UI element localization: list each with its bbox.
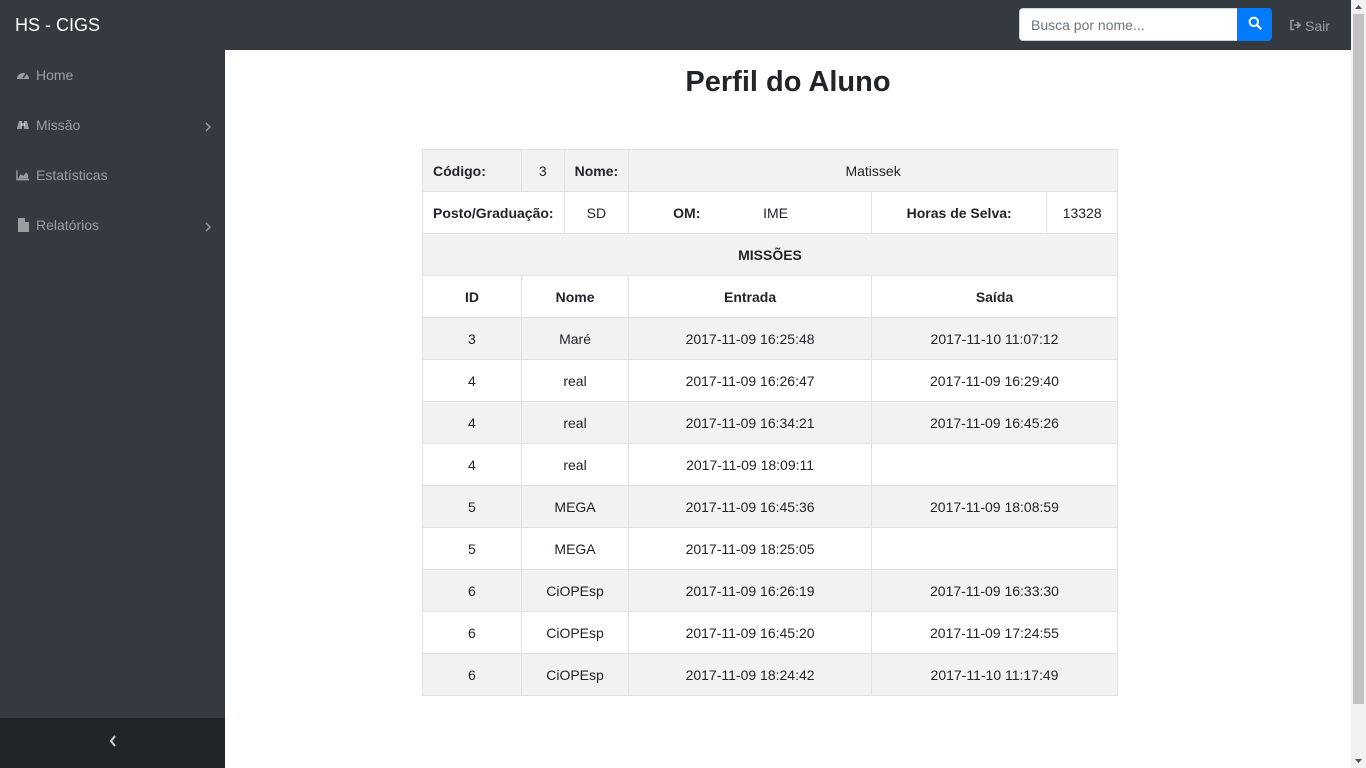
- om-label: OM:: [673, 204, 701, 221]
- cell-saida: 2017-11-09 16:45:26: [870, 401, 1119, 444]
- horas-label: Horas de Selva:: [870, 191, 1048, 234]
- cell-saida: 2017-11-10 11:17:49: [870, 653, 1119, 696]
- nome-value: Matissek: [628, 149, 1118, 192]
- om-value: IME: [763, 204, 789, 221]
- sidebar-item-label: Estatísticas: [36, 167, 108, 183]
- cell-entrada: 2017-11-09 16:26:47: [628, 359, 872, 402]
- file-icon: [16, 218, 30, 232]
- cell-id: 6: [422, 569, 522, 612]
- cell-nome: real: [520, 359, 630, 402]
- missions-section-row: MISSÕES: [422, 233, 1118, 276]
- column-header-nome: Nome: [520, 275, 630, 318]
- search-form: [1019, 8, 1272, 41]
- sidebar-item-label: Relatórios: [36, 217, 100, 233]
- sidebar: Home Missão Estatísticas Relatórios: [0, 50, 225, 768]
- table-row: 6 CiOPEsp 2017-11-09 18:24:42 2017-11-10…: [422, 653, 1119, 696]
- student-profile-table: Código: 3 Nome: Matissek Posto/Graduação…: [422, 149, 1119, 696]
- table-row: 6 CiOPEsp 2017-11-09 16:45:20 2017-11-09…: [422, 611, 1119, 654]
- sidebar-item-label: Home: [36, 67, 74, 83]
- cell-id: 4: [422, 443, 522, 486]
- table-row: 6 CiOPEsp 2017-11-09 16:26:19 2017-11-09…: [422, 569, 1119, 612]
- cell-nome: MEGA: [520, 485, 630, 528]
- cell-nome: CiOPEsp: [520, 653, 630, 696]
- search-button[interactable]: [1237, 8, 1272, 41]
- sidebar-item-label: Missão: [36, 117, 81, 133]
- chevron-left-icon: [109, 734, 117, 752]
- cell-nome: real: [520, 401, 630, 444]
- cell-saida: 2017-11-09 17:24:55: [870, 611, 1119, 654]
- missions-section-title: MISSÕES: [422, 233, 1118, 276]
- chevron-right-icon: [205, 119, 212, 135]
- top-navbar: HS - CIGS Sair: [0, 0, 1351, 50]
- cell-id: 5: [422, 485, 522, 528]
- cell-id: 4: [422, 401, 522, 444]
- cell-id: 5: [422, 527, 522, 570]
- binoculars-icon: [16, 118, 30, 132]
- scroll-up-arrow-icon[interactable]: [1351, 0, 1366, 14]
- cell-entrada: 2017-11-09 16:26:19: [628, 569, 872, 612]
- logout-label: Sair: [1305, 18, 1330, 34]
- cell-id: 6: [422, 653, 522, 696]
- cell-entrada: 2017-11-09 16:25:48: [628, 317, 872, 360]
- sidebar-item-missao[interactable]: Missão: [0, 100, 225, 150]
- dashboard-icon: [16, 68, 30, 82]
- cell-entrada: 2017-11-09 16:45:36: [628, 485, 872, 528]
- cell-id: 3: [422, 317, 522, 360]
- codigo-label: Código:: [422, 149, 522, 192]
- sidebar-item-home[interactable]: Home: [0, 50, 225, 100]
- cell-nome: real: [520, 443, 630, 486]
- codigo-value: 3: [520, 149, 565, 192]
- column-header-entrada: Entrada: [628, 275, 872, 318]
- cell-entrada: 2017-11-09 18:25:05: [628, 527, 872, 570]
- cell-nome: Maré: [520, 317, 630, 360]
- table-row: 3 Maré 2017-11-09 16:25:48 2017-11-10 11…: [422, 317, 1119, 360]
- table-row: 4 real 2017-11-09 18:09:11: [422, 443, 1119, 486]
- table-row: 5 MEGA 2017-11-09 16:45:36 2017-11-09 18…: [422, 485, 1119, 528]
- posto-label: Posto/Graduação:: [422, 191, 565, 234]
- nome-label: Nome:: [563, 149, 630, 192]
- scroll-down-arrow-icon[interactable]: [1351, 754, 1366, 768]
- cell-entrada: 2017-11-09 18:09:11: [628, 443, 872, 486]
- column-header-saida: Saída: [870, 275, 1119, 318]
- cell-saida: 2017-11-09 16:29:40: [870, 359, 1119, 402]
- scrollbar-thumb[interactable]: [1353, 14, 1364, 704]
- area-chart-icon: [16, 168, 30, 182]
- cell-entrada: 2017-11-09 16:34:21: [628, 401, 872, 444]
- cell-nome: CiOPEsp: [520, 569, 630, 612]
- page-title: Perfil do Aluno: [685, 66, 891, 98]
- search-icon: [1248, 16, 1262, 33]
- sign-out-icon: [1289, 17, 1302, 35]
- missions-header-row: ID Nome Entrada Saída: [422, 275, 1119, 318]
- cell-id: 6: [422, 611, 522, 654]
- cell-entrada: 2017-11-09 18:24:42: [628, 653, 872, 696]
- brand-title[interactable]: HS - CIGS: [15, 14, 100, 36]
- table-row: 4 real 2017-11-09 16:26:47 2017-11-09 16…: [422, 359, 1119, 402]
- cell-saida: [870, 527, 1119, 570]
- cell-saida: 2017-11-10 11:07:12: [870, 317, 1119, 360]
- cell-id: 4: [422, 359, 522, 402]
- profile-row-2: Posto/Graduação: SD OM: IME Horas de Selv…: [422, 191, 1118, 234]
- posto-value: SD: [563, 191, 630, 234]
- search-input[interactable]: [1019, 8, 1237, 41]
- logout-link[interactable]: Sair: [1289, 17, 1330, 35]
- cell-saida: [870, 443, 1119, 486]
- page-scrollbar[interactable]: [1351, 0, 1366, 768]
- cell-saida: 2017-11-09 18:08:59: [870, 485, 1119, 528]
- sidebar-collapse-button[interactable]: [0, 718, 225, 768]
- cell-saida: 2017-11-09 16:33:30: [870, 569, 1119, 612]
- profile-row-1: Código: 3 Nome: Matissek: [422, 149, 1118, 192]
- cell-nome: CiOPEsp: [520, 611, 630, 654]
- horas-value: 13328: [1046, 191, 1118, 234]
- chevron-right-icon: [205, 219, 212, 235]
- cell-entrada: 2017-11-09 16:45:20: [628, 611, 872, 654]
- table-row: 4 real 2017-11-09 16:34:21 2017-11-09 16…: [422, 401, 1119, 444]
- table-row: 5 MEGA 2017-11-09 18:25:05: [422, 527, 1119, 570]
- column-header-id: ID: [422, 275, 522, 318]
- sidebar-item-estatisticas[interactable]: Estatísticas: [0, 150, 225, 200]
- cell-nome: MEGA: [520, 527, 630, 570]
- sidebar-item-relatorios[interactable]: Relatórios: [0, 200, 225, 250]
